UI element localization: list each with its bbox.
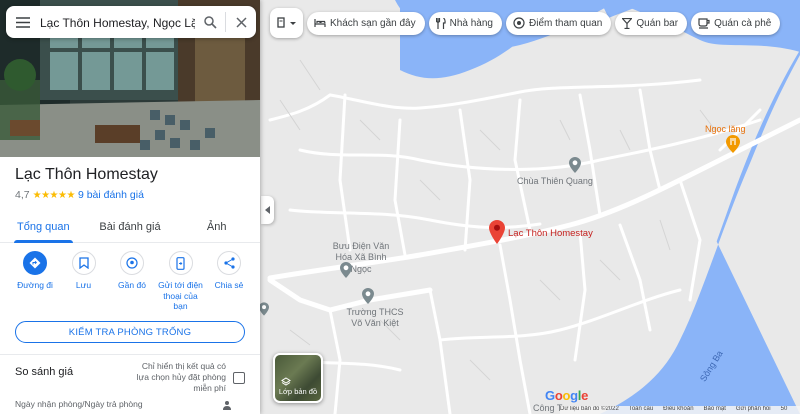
attraction-icon <box>513 17 525 29</box>
chip-cafes-label: Quán cà phê <box>714 17 772 29</box>
share-icon <box>217 251 241 275</box>
map-label-cong-ty[interactable]: Công T <box>533 403 562 413</box>
map-label-homestay[interactable]: Lạc Thôn Homestay <box>508 228 593 240</box>
map-label-truong[interactable]: Trường THCS Võ Văn Kiệt <box>345 307 405 330</box>
footer-global[interactable]: Toàn cầu <box>629 406 653 414</box>
nearby-button[interactable]: Gần đó <box>109 251 155 312</box>
map-label-chua[interactable]: Chùa Thiên Quang <box>517 176 593 187</box>
rating-row: 4,7 ★★★★★ 9 bài đánh giá <box>15 189 144 201</box>
hotel-filter-button[interactable] <box>270 8 303 38</box>
guest-icon[interactable] <box>222 399 232 413</box>
share-label: Chia sẻ <box>214 280 244 290</box>
directions-icon <box>23 251 47 275</box>
menu-button[interactable] <box>6 6 40 38</box>
place-title: Lạc Thôn Homestay <box>15 166 158 183</box>
place-tabs: Tổng quan Bài đánh giá Ảnh <box>0 215 260 243</box>
footer-terms[interactable]: Điều khoản <box>663 406 693 414</box>
chip-attractions[interactable]: Điểm tham quan <box>506 11 612 35</box>
chevron-left-icon <box>264 206 270 214</box>
send-to-phone-label: Gửi tới điện thoại của bạn <box>158 280 203 312</box>
chip-bars-label: Quán bar <box>636 17 679 29</box>
collapse-panel-button[interactable] <box>261 196 274 224</box>
rating-value: 4,7 <box>15 189 30 201</box>
layers-label: Lớp bản đồ <box>278 387 318 396</box>
layers-button[interactable]: Lớp bản đồ <box>273 353 323 403</box>
map-label-buu-dien[interactable]: Bưu Điện Văn Hóa Xã Bình Ngọc <box>325 241 397 275</box>
close-icon <box>235 16 247 28</box>
search-icon <box>203 15 217 29</box>
section-divider <box>0 354 260 355</box>
reviews-link[interactable]: 9 bài đánh giá <box>78 189 144 201</box>
restaurant-icon <box>435 17 446 29</box>
save-label: Lưu <box>75 280 92 290</box>
check-availability-button[interactable]: KIỂM TRA PHÒNG TRỐNG <box>15 321 245 343</box>
directions-button[interactable]: Đường đi <box>12 251 58 312</box>
free-cancellation-note: Chỉ hiển thị kết quả có lựa chọn hủy đặt… <box>136 361 226 394</box>
hamburger-menu-icon <box>16 16 30 28</box>
search-input[interactable]: Lạc Thôn Homestay, Ngọc Lặng <box>40 15 195 30</box>
footer-privacy[interactable]: Bảo mật <box>704 406 726 414</box>
search-box[interactable]: Lạc Thôn Homestay, Ngọc Lặng <box>6 6 256 38</box>
category-chips: Khách sạn gần đây Nhà hàng Điểm tham qua… <box>270 8 781 38</box>
cafe-icon <box>698 17 710 29</box>
place-panel: Lạc Thôn Homestay, Ngọc Lặng Lạc Thôn Ho… <box>0 0 260 414</box>
nearby-icon <box>120 251 144 275</box>
chip-bars[interactable]: Quán bar <box>615 11 688 35</box>
compare-prices-title: So sánh giá <box>15 366 74 378</box>
save-button[interactable]: Lưu <box>61 251 107 312</box>
search-button[interactable] <box>195 6 225 38</box>
tab-reviews[interactable]: Bài đánh giá <box>87 215 174 242</box>
close-search-button[interactable] <box>226 6 256 38</box>
chip-hotels[interactable]: Khách sạn gần đây <box>307 11 425 35</box>
map-footer: Dữ liệu bản đồ ©2022 Toàn cầu Điều khoản… <box>560 406 800 414</box>
bar-icon <box>622 17 633 29</box>
share-button[interactable]: Chia sẻ <box>206 251 252 312</box>
hotel-dropdown-icon <box>276 17 296 28</box>
tab-photos[interactable]: Ảnh <box>173 215 260 242</box>
send-to-phone-button[interactable]: Gửi tới điện thoại của bạn <box>158 251 204 312</box>
footer-scale: 50 <box>780 406 788 412</box>
dates-label: Ngày nhận phòng/Ngày trả phòng <box>15 399 143 409</box>
footer-map-data: Dữ liệu bản đồ ©2022 <box>560 406 619 412</box>
nearby-label: Gần đó <box>118 280 146 290</box>
footer-feedback[interactable]: Gửi phản hồi <box>736 406 771 414</box>
chip-attractions-label: Điểm tham quan <box>529 17 603 29</box>
rating-stars: ★★★★★ <box>32 189 76 201</box>
bookmark-icon <box>71 251 96 275</box>
chip-restaurants-label: Nhà hàng <box>449 17 493 29</box>
tab-overview[interactable]: Tổng quan <box>0 215 87 243</box>
layers-icon <box>281 377 291 386</box>
bed-icon <box>314 18 326 28</box>
free-cancellation-checkbox[interactable] <box>233 372 245 384</box>
chip-cafes[interactable]: Quán cà phê <box>691 11 781 35</box>
send-to-phone-icon <box>168 251 193 275</box>
chip-hotels-label: Khách sạn gần đây <box>330 17 416 29</box>
google-logo: Google <box>545 388 589 403</box>
map-label-ngoc-lang[interactable]: Ngọc lăng <box>705 124 746 135</box>
chip-restaurants[interactable]: Nhà hàng <box>428 11 502 35</box>
action-buttons: Đường đi Lưu Gần đó Gửi tới điện thoại c… <box>12 251 252 312</box>
directions-label: Đường đi <box>17 280 53 290</box>
